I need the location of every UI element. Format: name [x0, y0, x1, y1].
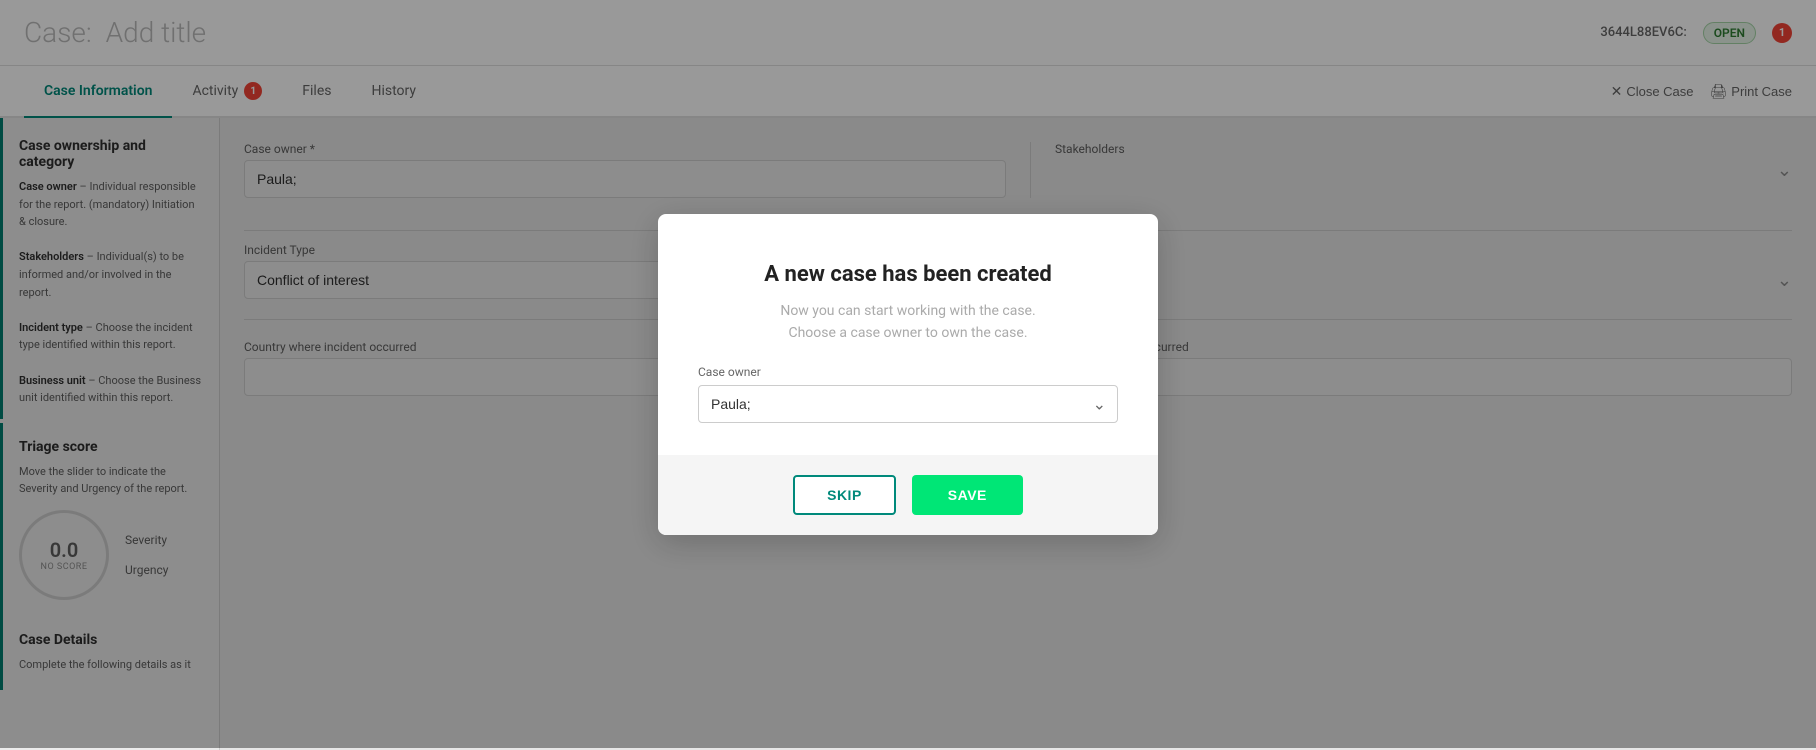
modal-subtitle-2: Choose a case owner to own the case. — [698, 325, 1118, 341]
modal-overlay: A new case has been created Now you can … — [0, 0, 1816, 748]
modal-case-owner-select[interactable]: Paula; — [698, 385, 1118, 423]
skip-button[interactable]: SKIP — [793, 475, 896, 515]
modal-case-owner-label: Case owner — [698, 365, 1118, 379]
modal-subtitle-1: Now you can start working with the case. — [698, 303, 1118, 319]
modal-footer: SKIP SAVE — [658, 455, 1158, 535]
modal-body: A new case has been created Now you can … — [658, 214, 1158, 455]
modal-select-wrapper: Paula; ⌄ — [698, 385, 1118, 423]
save-button[interactable]: SAVE — [912, 475, 1023, 515]
modal-dialog: A new case has been created Now you can … — [658, 214, 1158, 535]
modal-title: A new case has been created — [698, 262, 1118, 287]
